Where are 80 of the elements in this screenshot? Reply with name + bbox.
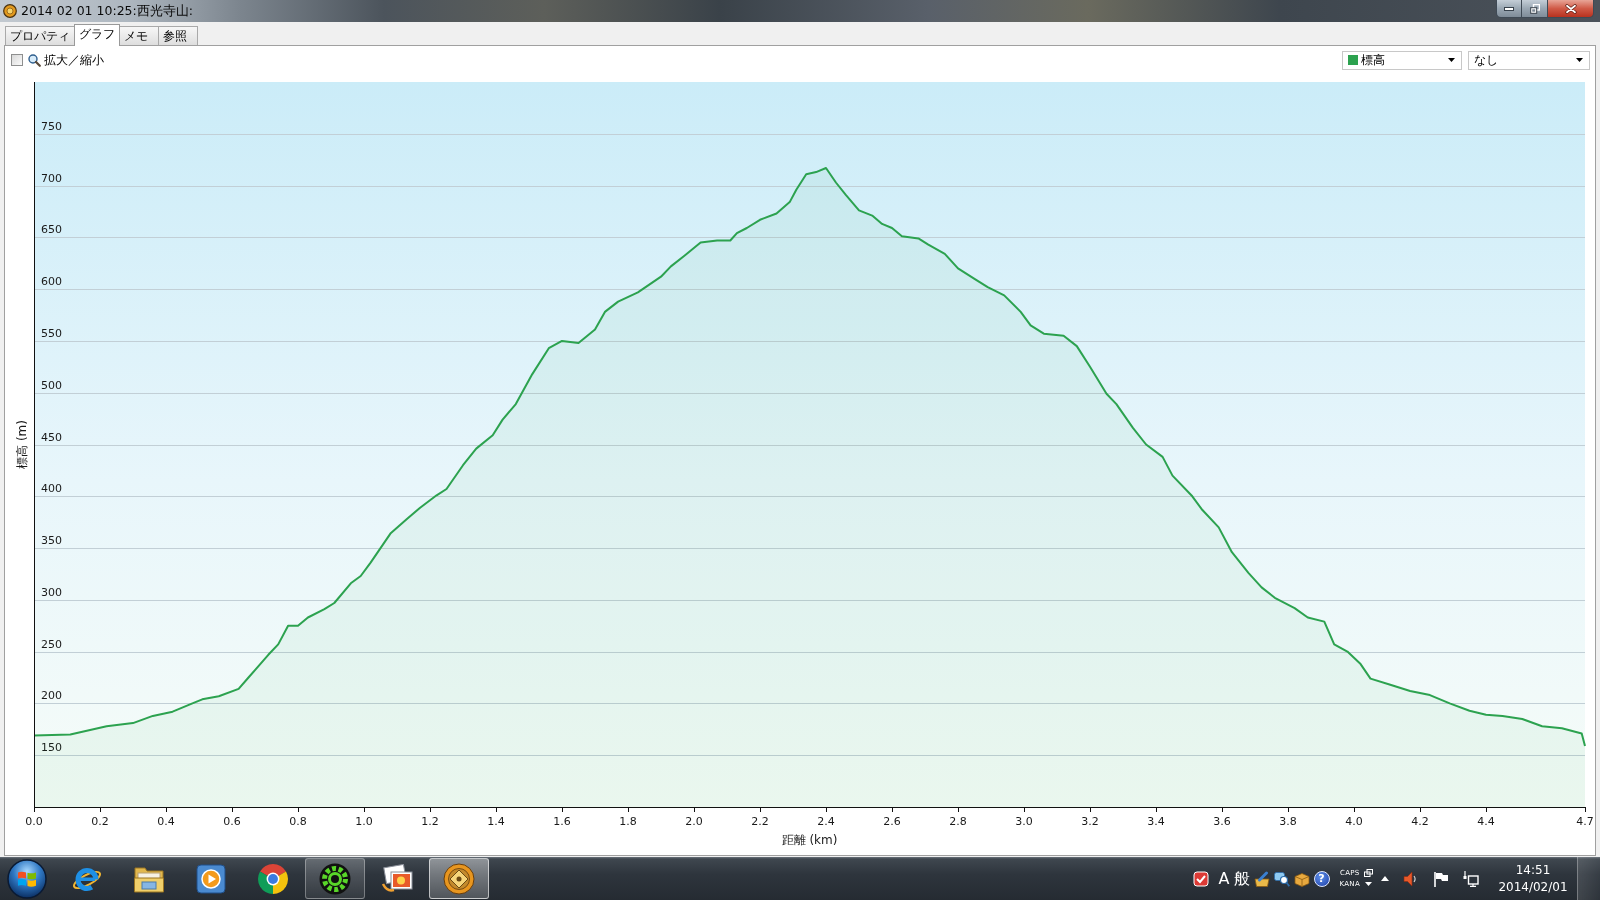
ring-icon	[3, 4, 17, 18]
x-tick-label: 0.8	[289, 815, 307, 828]
y-axis-title: 標高 (m)	[15, 420, 29, 469]
y-tick-label: 350	[41, 534, 62, 547]
flag-icon[interactable]	[1433, 870, 1449, 887]
start-orb-icon	[7, 858, 47, 899]
x-tick-label: 4.4	[1477, 815, 1495, 828]
y-tick-label: 450	[41, 431, 62, 444]
x-tick-label: 0.4	[157, 815, 175, 828]
taskbar-button[interactable]	[305, 858, 365, 899]
y-tick-label: 400	[41, 482, 62, 495]
caret-icon[interactable]	[1365, 882, 1372, 886]
help-button[interactable]: ?	[1313, 870, 1330, 887]
x-tick-label: 1.0	[355, 815, 373, 828]
zoom-label: 拡大／縮小	[44, 51, 104, 69]
caret-icon	[1448, 58, 1455, 62]
tab[interactable]: プロパティ	[5, 26, 75, 45]
series-dropdown[interactable]: 標高	[1342, 50, 1462, 70]
x-tick-label: 2.2	[751, 815, 769, 828]
minimize-button[interactable]	[1496, 0, 1522, 18]
diamond-disc-icon	[443, 862, 475, 895]
x-tick-label: 3.4	[1147, 815, 1165, 828]
tab[interactable]: メモ	[119, 26, 159, 45]
x-tick-label: 3.8	[1279, 815, 1297, 828]
x-tick-label: 1.4	[487, 815, 505, 828]
gear-icon	[319, 862, 351, 895]
photo-stack-icon	[381, 863, 413, 894]
tab[interactable]: 参照	[158, 26, 198, 45]
x-tick-label: 0.2	[91, 815, 109, 828]
network-icon[interactable]	[1463, 870, 1479, 887]
show-desktop-button[interactable]	[1577, 857, 1600, 900]
x-tick-label: 1.2	[421, 815, 439, 828]
check-badge-icon[interactable]	[1192, 870, 1209, 887]
restore-icon	[1529, 3, 1540, 14]
compare-dropdown[interactable]: なし	[1468, 50, 1590, 70]
x-tick-label: 3.0	[1015, 815, 1033, 828]
restore-button[interactable]	[1522, 0, 1548, 18]
minimize-icon	[1504, 6, 1514, 11]
box-icon[interactable]	[1293, 870, 1310, 887]
y-tick-label: 650	[41, 223, 62, 236]
y-tick-label: 200	[41, 689, 62, 702]
x-tick-label: 1.8	[619, 815, 637, 828]
x-tick-label: 0.6	[223, 815, 241, 828]
x-tick-label: 4.2	[1411, 815, 1429, 828]
segmented-ball-icon	[258, 863, 288, 894]
y-tick-label: 550	[41, 327, 62, 340]
x-tick-label: 3.2	[1081, 815, 1099, 828]
close-icon	[1564, 3, 1577, 14]
x-tick-label: 4.0	[1345, 815, 1363, 828]
caret-icon	[1576, 58, 1583, 62]
magnifier-icon	[28, 53, 41, 67]
y-tick-label: 600	[41, 275, 62, 288]
zoom-checkbox[interactable]	[11, 54, 23, 66]
y-tick-label: 750	[41, 120, 62, 133]
x-tick-label: 2.6	[883, 815, 901, 828]
pencil-box-icon[interactable]	[1253, 870, 1270, 887]
clock-button[interactable]: 14:51 2014/02/01	[1497, 861, 1569, 896]
x-tick-label: 3.6	[1213, 815, 1231, 828]
y-tick-label: 500	[41, 379, 62, 392]
speaker-icon[interactable]	[1403, 870, 1419, 887]
x-tick-label: 0.0	[25, 815, 43, 828]
ime-mode-button[interactable]: A	[1218, 868, 1230, 889]
ime-dictionary-button[interactable]: 般	[1233, 868, 1250, 889]
x-tick-label: 1.6	[553, 815, 571, 828]
x-tick-label: 2.8	[949, 815, 967, 828]
overlap-squares-icon[interactable]	[1364, 869, 1373, 877]
y-tick-label: 300	[41, 586, 62, 599]
tab[interactable]: グラフ	[74, 24, 120, 46]
caret-up-icon[interactable]	[1381, 876, 1389, 881]
x-tick-label: 4.7	[1576, 815, 1594, 828]
y-tick-label: 700	[41, 172, 62, 185]
y-tick-label: 150	[41, 741, 62, 754]
x-tick-label: 2.4	[817, 815, 835, 828]
x-tick-label: 2.0	[685, 815, 703, 828]
x-axis-title: 距離 (km)	[781, 833, 838, 847]
play-icon	[196, 863, 226, 894]
close-button[interactable]	[1548, 0, 1594, 18]
y-tick-label: 250	[41, 638, 62, 651]
magnifier-chat-icon[interactable]	[1273, 870, 1290, 887]
window-title: 2014 02 01 10:25:西光寺山:	[21, 2, 193, 20]
